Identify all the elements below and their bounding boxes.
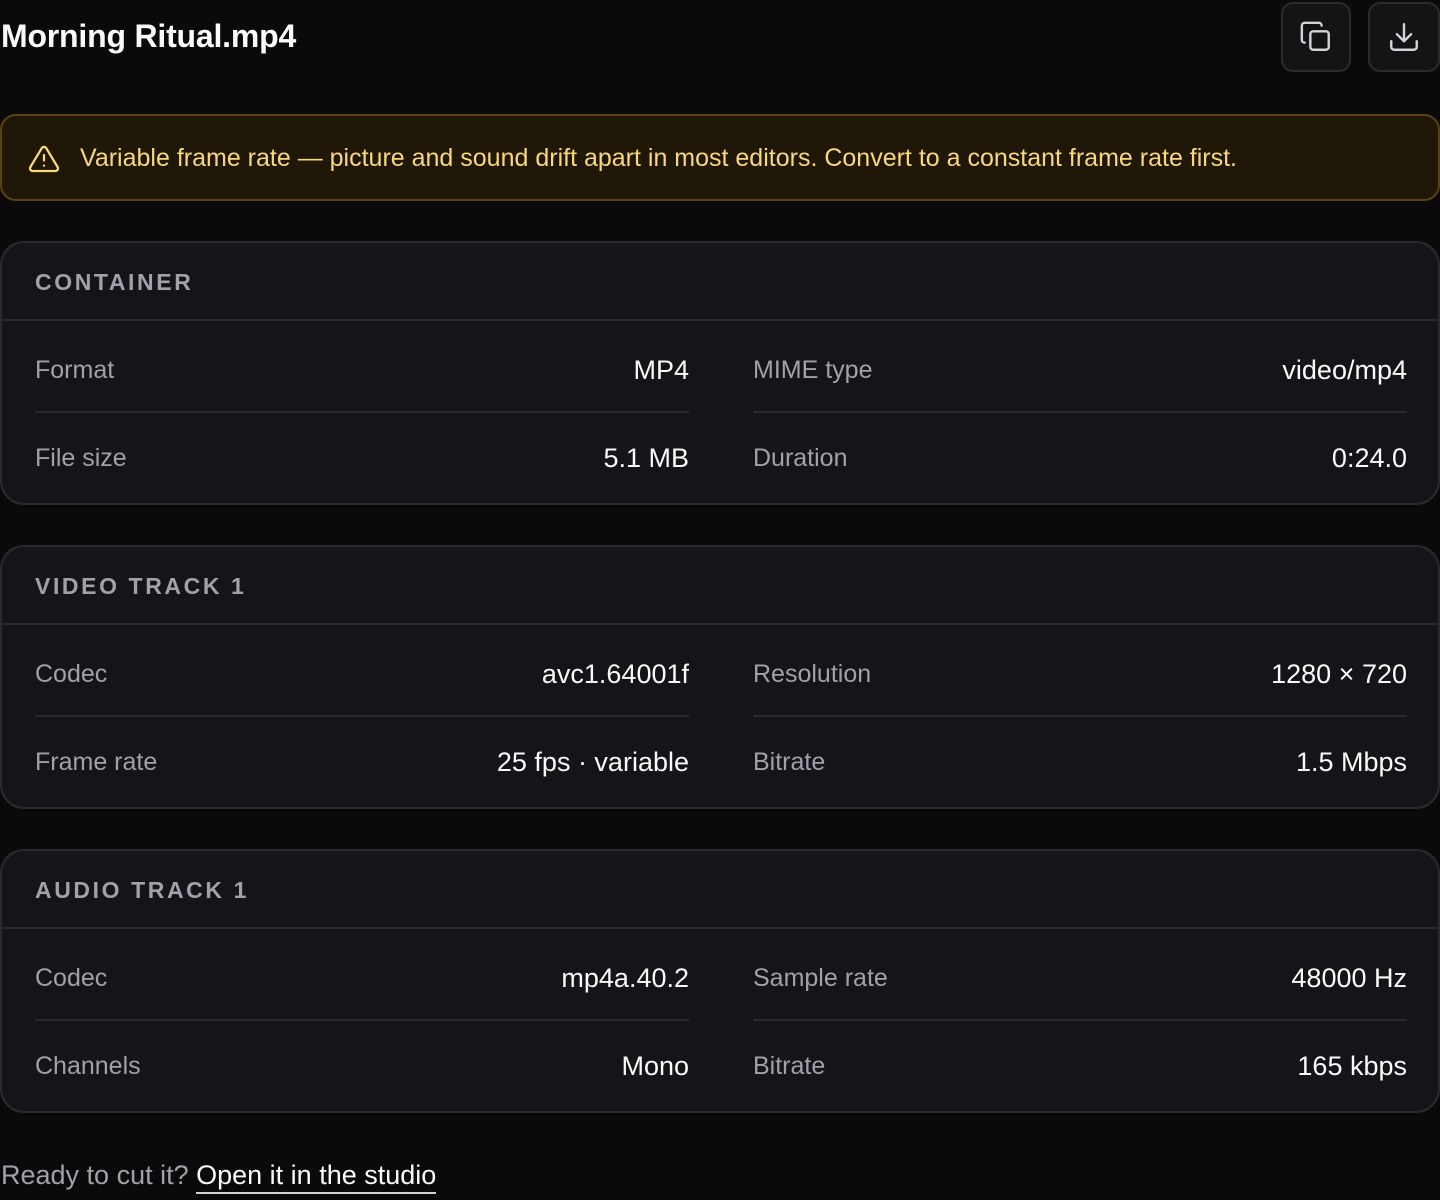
property-audio-bitrate: Bitrate 165 kbps xyxy=(753,1021,1407,1105)
section-title: AUDIO TRACK 1 xyxy=(35,877,249,903)
section-title: VIDEO TRACK 1 xyxy=(35,573,247,599)
property-label: Codec xyxy=(35,964,108,992)
property-resolution: Resolution 1280 × 720 xyxy=(753,625,1407,717)
audio-track-section: AUDIO TRACK 1 Codec mp4a.40.2 Sample rat… xyxy=(0,849,1440,1113)
property-value: 165 kbps xyxy=(1297,1051,1407,1081)
media-info-page: Morning Ritual.mp4 Variable frame rate —… xyxy=(0,0,1440,1200)
container-section: CONTAINER Format MP4 MIME type video/mp4… xyxy=(0,241,1440,505)
property-label: Bitrate xyxy=(753,748,826,776)
section-header: AUDIO TRACK 1 xyxy=(2,851,1438,929)
section-header: VIDEO TRACK 1 xyxy=(2,547,1438,625)
property-channels: Channels Mono xyxy=(35,1021,689,1105)
property-value: avc1.64001f xyxy=(541,659,689,689)
copy-icon xyxy=(1300,21,1330,51)
property-label: Bitrate xyxy=(753,1052,826,1080)
property-value: video/mp4 xyxy=(1282,355,1407,385)
property-label: Sample rate xyxy=(753,964,888,992)
property-file-size: File size 5.1 MB xyxy=(35,413,689,497)
property-value: 5.1 MB xyxy=(603,443,689,473)
property-format: Format MP4 xyxy=(35,321,689,413)
warning-triangle-icon xyxy=(28,145,60,173)
warning-text: Variable frame rate — picture and sound … xyxy=(80,144,1238,172)
property-label: Channels xyxy=(35,1052,141,1080)
property-value: 25 fps · variable xyxy=(496,747,689,777)
file-title: Morning Ritual.mp4 xyxy=(1,18,297,54)
property-video-bitrate: Bitrate 1.5 Mbps xyxy=(753,717,1407,801)
property-label: MIME type xyxy=(753,356,873,384)
property-value: Mono xyxy=(621,1051,689,1081)
property-label: File size xyxy=(35,444,127,472)
property-sample-rate: Sample rate 48000 Hz xyxy=(753,929,1407,1021)
property-frame-rate: Frame rate 25 fps · variable xyxy=(35,717,689,801)
property-label: Codec xyxy=(35,660,108,688)
header: Morning Ritual.mp4 xyxy=(0,0,1440,76)
property-duration: Duration 0:24.0 xyxy=(753,413,1407,497)
property-audio-codec: Codec mp4a.40.2 xyxy=(35,929,689,1021)
property-value: 1.5 Mbps xyxy=(1295,747,1407,777)
video-track-section: VIDEO TRACK 1 Codec avc1.64001f Resoluti… xyxy=(0,545,1440,809)
section-header: CONTAINER xyxy=(2,243,1438,321)
property-label: Duration xyxy=(753,444,848,472)
property-label: Format xyxy=(35,356,115,384)
open-in-studio-link[interactable]: Open it in the studio xyxy=(196,1160,437,1194)
copy-button[interactable] xyxy=(1281,2,1351,72)
property-label: Frame rate xyxy=(35,748,158,776)
property-value: mp4a.40.2 xyxy=(561,963,689,993)
footer-prompt: Ready to cut it? xyxy=(1,1160,189,1190)
property-value: 1280 × 720 xyxy=(1271,659,1407,689)
download-button[interactable] xyxy=(1368,2,1440,72)
download-icon xyxy=(1390,23,1418,51)
property-label: Resolution xyxy=(753,660,872,688)
property-value: MP4 xyxy=(633,355,689,385)
property-mime-type: MIME type video/mp4 xyxy=(753,321,1407,413)
vfr-warning-alert: Variable frame rate — picture and sound … xyxy=(0,114,1440,201)
property-value: 0:24.0 xyxy=(1331,443,1407,473)
property-value: 48000 Hz xyxy=(1291,963,1407,993)
section-title: CONTAINER xyxy=(35,269,194,295)
footer-cta: Ready to cut it? Open it in the studio xyxy=(1,1156,437,1194)
property-video-codec: Codec avc1.64001f xyxy=(35,625,689,717)
